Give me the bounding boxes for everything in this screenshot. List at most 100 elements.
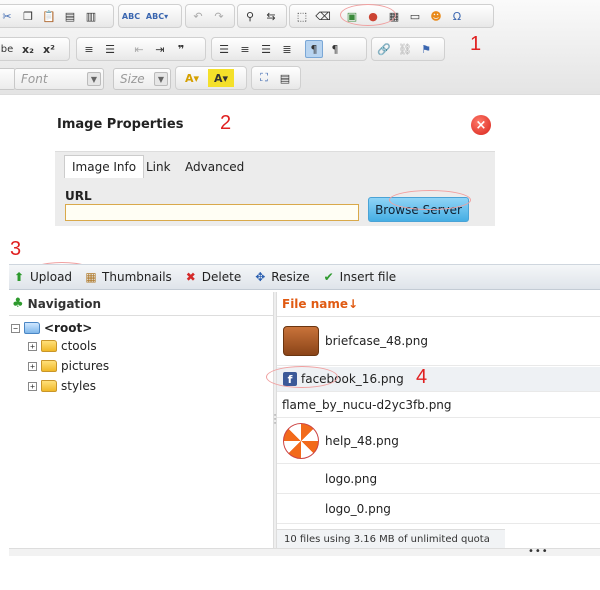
annotation-4: 4 — [416, 366, 428, 388]
outdent-icon[interactable]: ⇤ — [130, 40, 148, 58]
rtl-icon[interactable]: ¶ — [326, 40, 344, 58]
file-row[interactable]: flame_by_nucu-d2yc3fb.png — [277, 393, 600, 418]
show-blocks-icon[interactable]: ▤ — [276, 69, 294, 87]
numbered-list-icon[interactable]: ≡ — [80, 40, 98, 58]
horizontal-rule-icon[interactable]: ▭ — [406, 7, 424, 25]
indent-icon[interactable]: ⇥ — [151, 40, 169, 58]
link-icon[interactable]: 🔗 — [375, 40, 393, 58]
tree-node-pictures[interactable]: + pictures — [28, 357, 109, 375]
insert-file-button[interactable]: ✔ Insert file — [322, 265, 397, 289]
expand-icon[interactable]: + — [28, 381, 37, 391]
thumbnails-button[interactable]: ▦ Thumbnails — [84, 265, 172, 289]
maximize-icon[interactable]: ⛶ — [255, 69, 273, 87]
spellcheck-as-you-type-icon[interactable]: ABC▾ — [143, 7, 171, 25]
text-color-icon[interactable]: A▾ — [179, 69, 205, 87]
expand-icon[interactable]: + — [28, 361, 37, 371]
upload-button[interactable]: ⬆ Upload — [12, 265, 72, 289]
list-group: ≡ ☰ ⇤ ⇥ ❞ — [76, 37, 206, 61]
find-group: ⚲ ⇆ — [237, 4, 287, 28]
file-name: flame_by_nucu-d2yc3fb.png — [282, 398, 452, 412]
background-color-icon[interactable]: A▾ — [208, 69, 234, 87]
tab-advanced[interactable]: Advanced — [178, 155, 251, 178]
copy-icon[interactable]: ❐ — [19, 7, 37, 25]
annotation-2: 2 — [220, 112, 232, 134]
more-icon[interactable]: ••• — [528, 546, 549, 557]
tree-node-ctools[interactable]: + ctools — [28, 337, 97, 355]
collapse-icon[interactable]: − — [11, 323, 20, 333]
file-row[interactable]: logo_0.png — [277, 495, 600, 524]
paste-text-icon[interactable]: ▤ — [61, 7, 79, 25]
remove-format-icon[interactable]: ⌫ — [314, 7, 332, 25]
tab-image-info[interactable]: Image Info — [64, 155, 145, 178]
blockquote-icon[interactable]: ❞ — [172, 40, 190, 58]
tree-icon: ♣ — [12, 296, 24, 311]
smiley-icon[interactable]: ☻ — [427, 7, 445, 25]
cut-icon[interactable]: ✂ — [0, 7, 16, 25]
chevron-down-icon: ▼ — [87, 72, 101, 86]
bulleted-list-icon[interactable]: ☰ — [101, 40, 119, 58]
delete-button[interactable]: ✖ Delete — [184, 265, 241, 289]
script-group: be x₂ x² — [0, 37, 70, 61]
tree-node-label: styles — [61, 379, 97, 393]
url-input[interactable] — [65, 204, 359, 221]
file-name: briefcase_48.png — [325, 334, 429, 348]
upload-label: Upload — [30, 270, 73, 284]
toolbar-row-1: ✂ ❐ 📋 ▤ ▥ ABC ABC▾ ↶ ↷ ⚲ ⇆ ⬚ ⌫ ▣ ● ▦ ▭ ☻… — [0, 0, 600, 30]
clipboard-group: ✂ ❐ 📋 ▤ ▥ — [0, 4, 114, 28]
delete-icon: ✖ — [185, 270, 196, 284]
superscript-button[interactable]: x² — [40, 40, 58, 58]
expand-icon[interactable]: + — [28, 341, 37, 351]
tree-node-styles[interactable]: + styles — [28, 377, 96, 395]
spellcheck-icon[interactable]: ABC — [122, 7, 140, 25]
chevron-down-icon: ▼ — [154, 72, 168, 86]
close-icon[interactable]: × — [471, 115, 491, 135]
redo-icon[interactable]: ↷ — [210, 7, 228, 25]
select-all-icon[interactable]: ⬚ — [293, 7, 311, 25]
align-right-icon[interactable]: ☰ — [257, 40, 275, 58]
highlight-ellipse-image — [340, 4, 396, 26]
paste-word-icon[interactable]: ▥ — [82, 7, 100, 25]
size-combo[interactable]: Size ▼ — [113, 68, 171, 90]
tree-node-label: ctools — [61, 339, 97, 353]
replace-icon[interactable]: ⇆ — [262, 7, 280, 25]
folder-icon — [41, 380, 57, 392]
toolbar-row-2: be x₂ x² ≡ ☰ ⇤ ⇥ ❞ ☰ ≡ ☰ ≣ ¶ ¶ 🔗 ⛓ ⚑ — [0, 33, 600, 63]
file-row[interactable]: briefcase_48.png — [277, 317, 600, 366]
folder-icon — [24, 322, 40, 334]
resize-button[interactable]: ✥ Resize — [253, 265, 309, 289]
align-center-icon[interactable]: ≡ — [236, 40, 254, 58]
subscript-button[interactable]: x₂ — [19, 40, 37, 58]
thumbnails-icon: ▦ — [85, 270, 97, 284]
size-combo-label: Size — [120, 72, 145, 86]
folder-icon — [41, 360, 57, 372]
undo-group: ↶ ↷ — [185, 4, 235, 28]
files-pane: File name↓ briefcase_48.png f facebook_1… — [277, 292, 600, 548]
anchor-icon[interactable]: ⚑ — [417, 40, 435, 58]
tree-node-label: <root> — [44, 321, 93, 335]
unlink-icon[interactable]: ⛓ — [396, 40, 414, 58]
link-group: 🔗 ⛓ ⚑ — [371, 37, 445, 61]
upload-icon: ⬆ — [13, 270, 25, 284]
tree-node-root[interactable]: − <root> — [11, 319, 92, 337]
paste-icon[interactable]: 📋 — [40, 7, 58, 25]
annotation-3: 3 — [10, 238, 22, 260]
file-row[interactable]: logo.png — [277, 465, 600, 494]
delete-label: Delete — [201, 270, 242, 284]
font-combo[interactable]: Font ▼ — [14, 68, 104, 90]
strike-icon[interactable]: be — [0, 40, 16, 58]
align-justify-icon[interactable]: ≣ — [278, 40, 296, 58]
undo-icon[interactable]: ↶ — [189, 7, 207, 25]
file-row[interactable]: help_48.png — [277, 419, 600, 464]
special-char-icon[interactable]: Ω — [448, 7, 466, 25]
align-left-icon[interactable]: ☰ — [215, 40, 233, 58]
file-name: help_48.png — [325, 434, 399, 448]
thumbnails-label: Thumbnails — [102, 270, 172, 284]
ltr-icon[interactable]: ¶ — [305, 40, 323, 58]
find-icon[interactable]: ⚲ — [241, 7, 259, 25]
file-name-column-header[interactable]: File name↓ — [277, 292, 600, 317]
tree-node-label: pictures — [61, 359, 110, 373]
dialog-title: Image Properties — [57, 117, 184, 132]
bottom-bar — [9, 548, 600, 556]
resize-label: Resize — [271, 270, 310, 284]
tab-link[interactable]: Link — [139, 155, 178, 178]
